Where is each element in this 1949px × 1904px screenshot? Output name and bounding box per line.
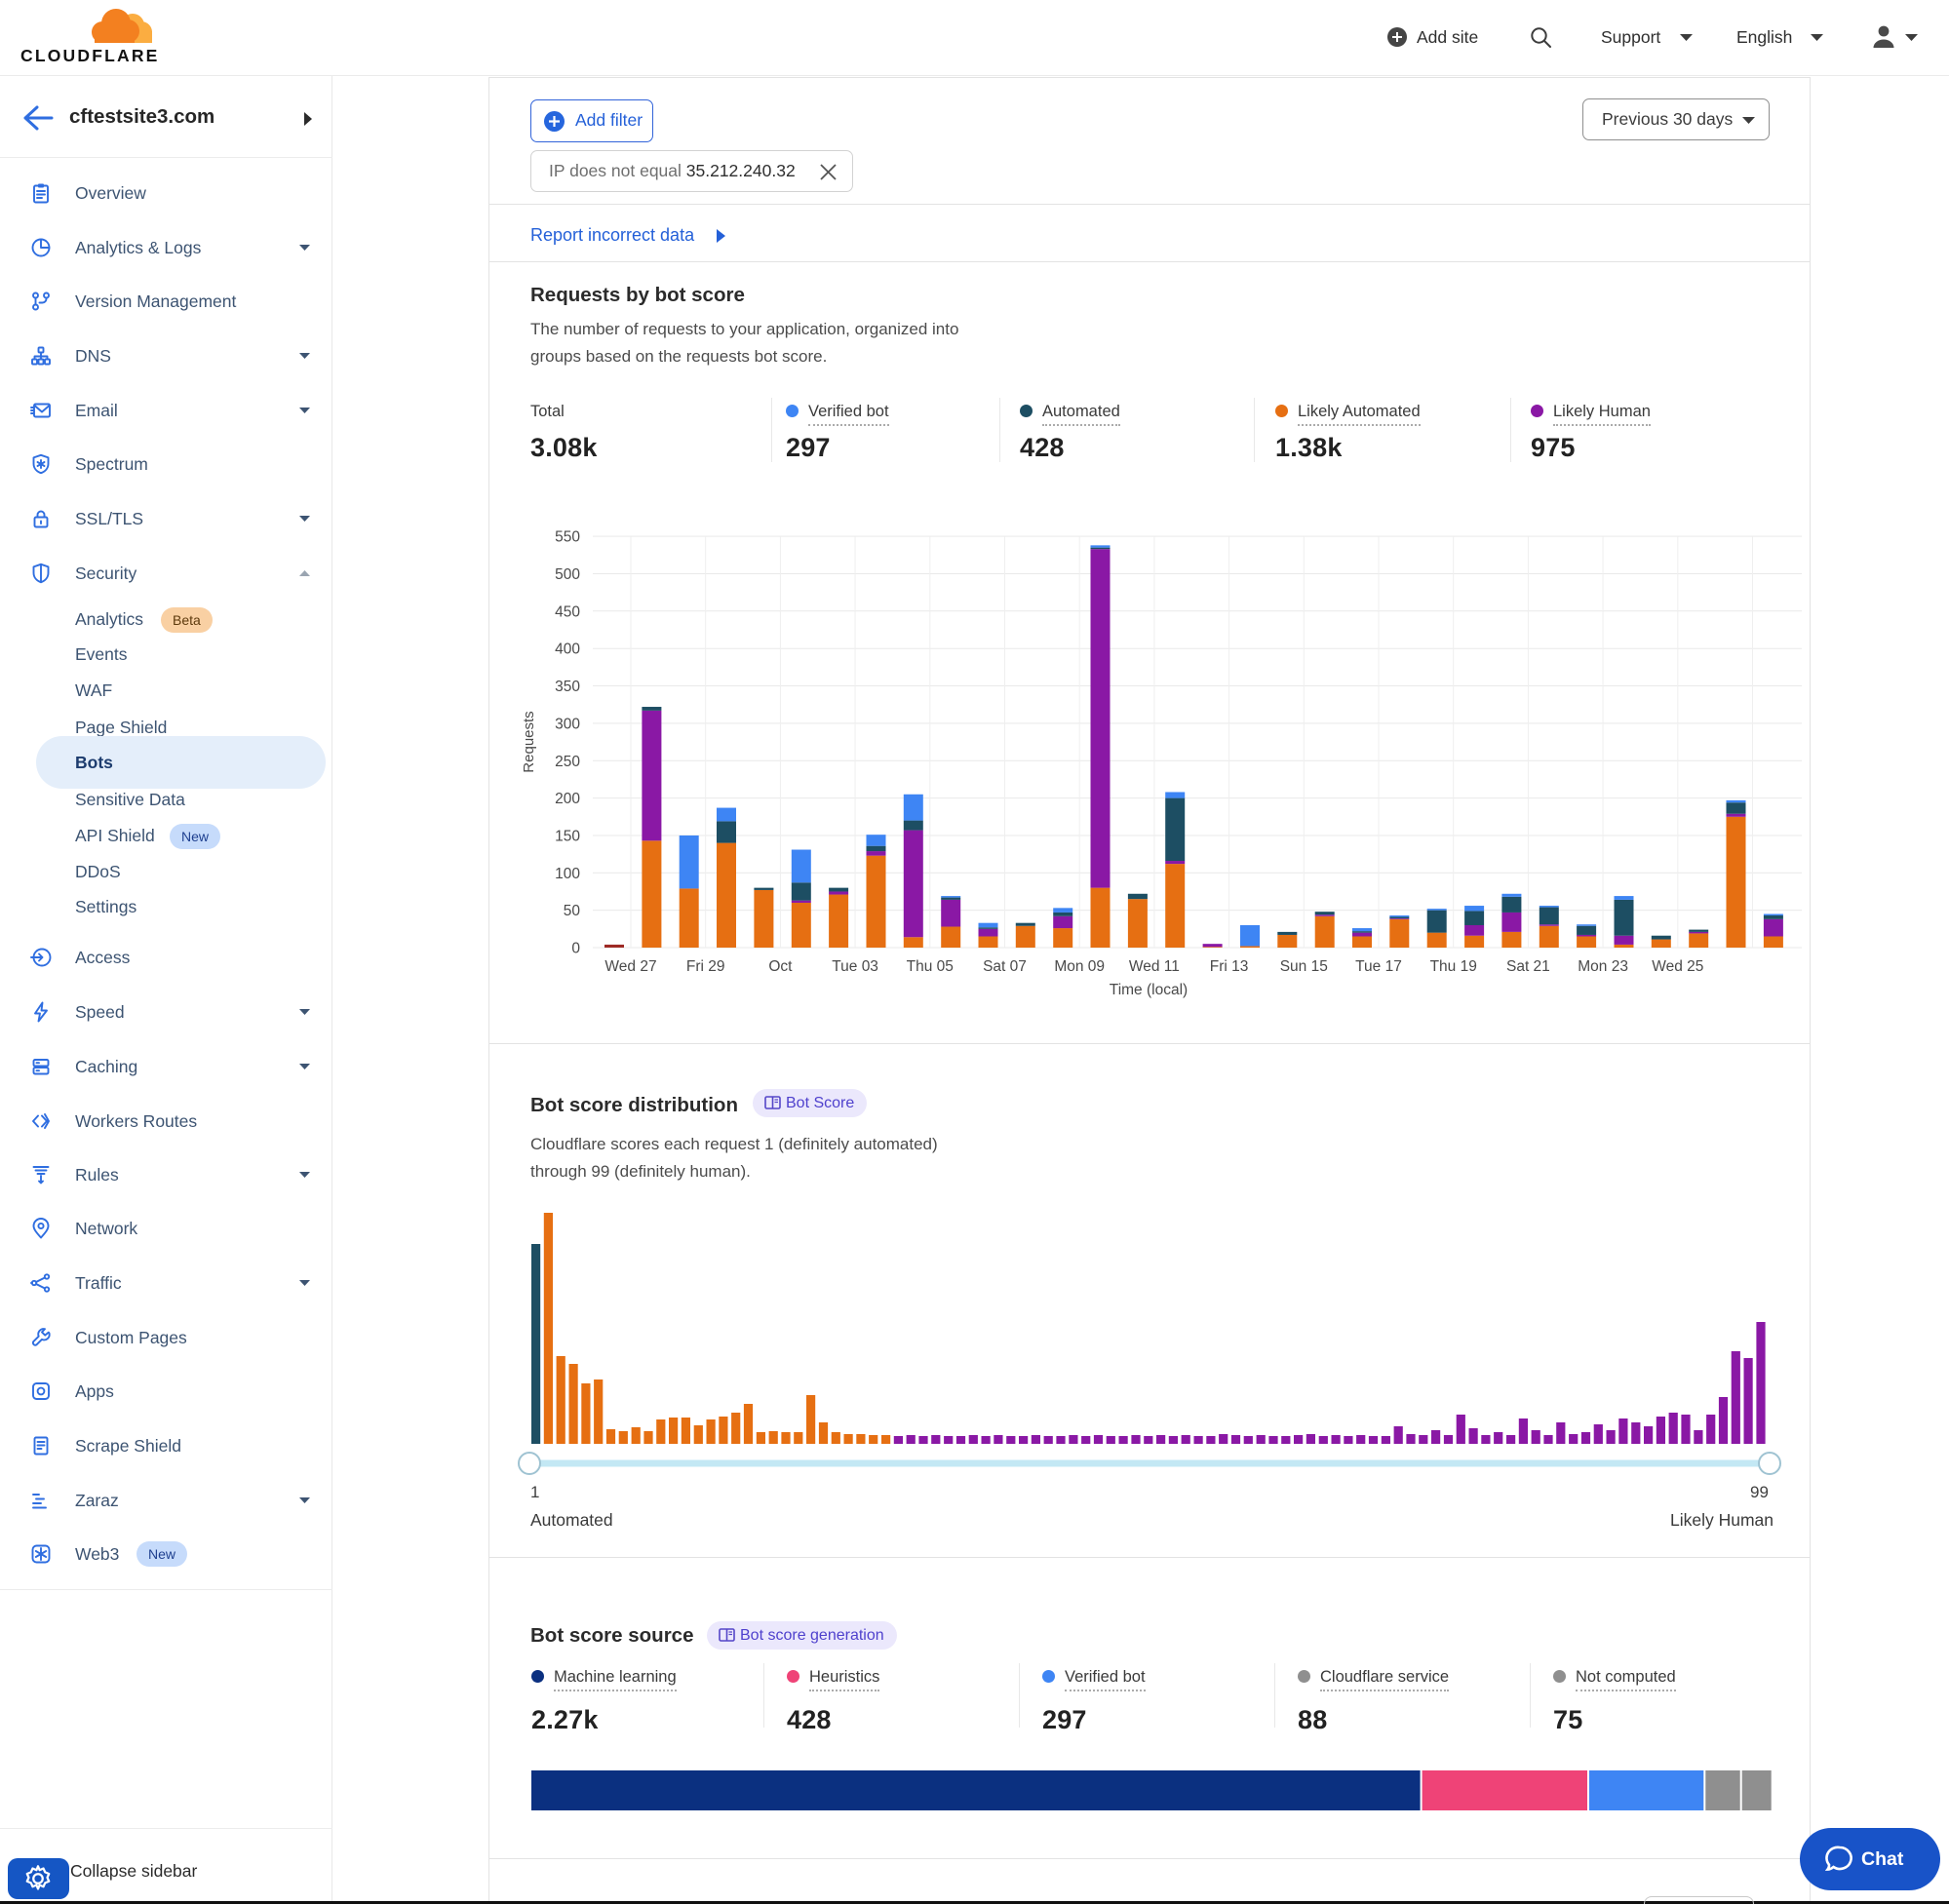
svg-text:Wed 25: Wed 25 (1652, 958, 1703, 975)
svg-text:100: 100 (555, 866, 580, 882)
svg-text:Sat 21: Sat 21 (1506, 958, 1550, 975)
svg-text:CLOUDFLARE: CLOUDFLARE (20, 46, 157, 65)
svg-text:350: 350 (555, 679, 580, 695)
svg-text:Sun 15: Sun 15 (1280, 958, 1328, 975)
svg-text:50: 50 (564, 903, 581, 919)
svg-text:500: 500 (555, 566, 580, 583)
svg-text:Sat 07: Sat 07 (983, 958, 1027, 975)
svg-text:250: 250 (555, 754, 580, 770)
svg-text:150: 150 (555, 829, 580, 845)
svg-text:Mon 23: Mon 23 (1578, 958, 1628, 975)
svg-text:550: 550 (555, 529, 580, 546)
svg-text:Mon 09: Mon 09 (1054, 958, 1105, 975)
svg-text:Oct: Oct (768, 958, 793, 975)
svg-text:Fri 29: Fri 29 (686, 958, 725, 975)
svg-text:200: 200 (555, 791, 580, 807)
svg-text:450: 450 (555, 603, 580, 620)
svg-text:Fri 13: Fri 13 (1210, 958, 1249, 975)
svg-text:Thu 05: Thu 05 (907, 958, 954, 975)
svg-text:Thu 19: Thu 19 (1430, 958, 1477, 975)
svg-text:400: 400 (555, 641, 580, 658)
svg-text:Time (local): Time (local) (1110, 982, 1188, 998)
svg-text:Tue 03: Tue 03 (832, 958, 878, 975)
svg-text:300: 300 (555, 716, 580, 732)
svg-text:Wed 11: Wed 11 (1129, 958, 1180, 975)
svg-text:Wed 27: Wed 27 (604, 958, 656, 975)
svg-text:Tue 17: Tue 17 (1355, 958, 1402, 975)
svg-text:Requests: Requests (521, 711, 537, 772)
svg-text:0: 0 (571, 941, 580, 957)
